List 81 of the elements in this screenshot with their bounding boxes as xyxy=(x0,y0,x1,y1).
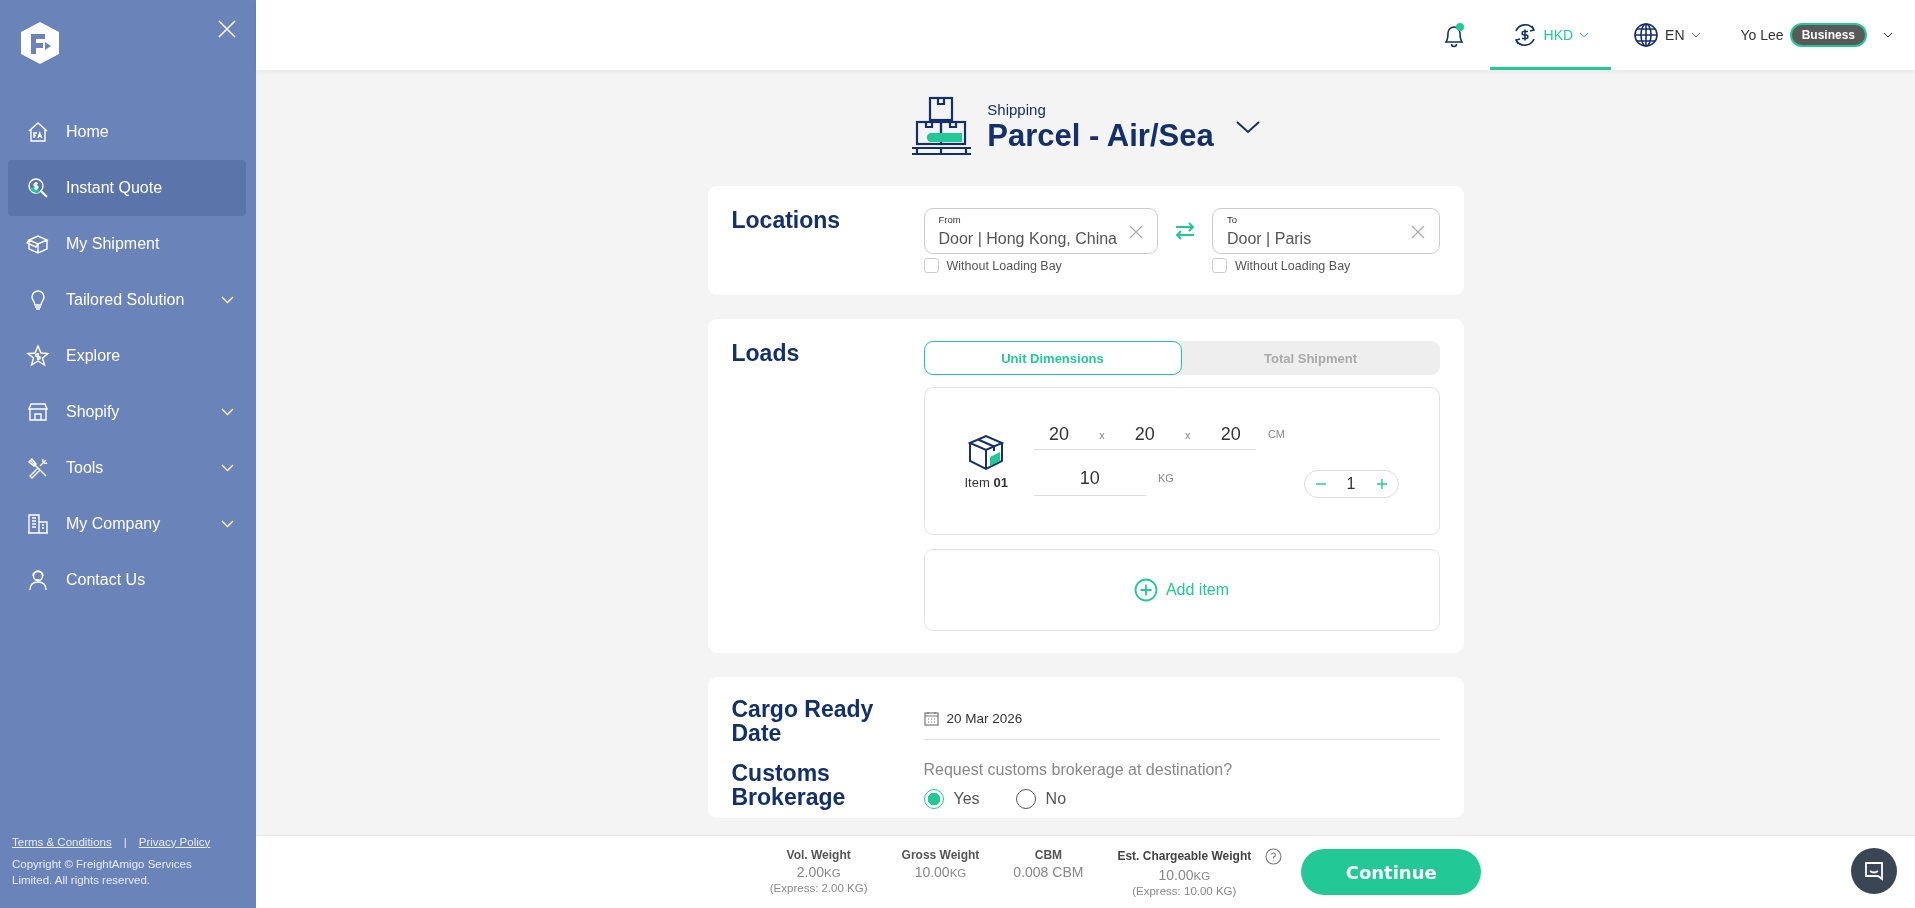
mode-title: Parcel - Air/Sea xyxy=(987,117,1214,154)
globe-icon xyxy=(1633,22,1660,48)
stacked-boxes-icon xyxy=(911,96,974,158)
swap-icon[interactable] xyxy=(1174,220,1196,242)
date-field[interactable]: 20 Mar 2026 xyxy=(923,697,1440,740)
logo-icon[interactable] xyxy=(18,20,62,66)
location-field[interactable]: To Door | Paris xyxy=(1212,208,1440,254)
question-text: Request customs brokerage at destination? xyxy=(923,761,1234,780)
privacy-link[interactable]: Privacy Policy xyxy=(138,835,211,848)
checkbox-label: Without Loading Bay xyxy=(1235,258,1351,273)
summary-label: Gross Weight xyxy=(901,847,980,862)
chevron-down-icon xyxy=(1690,32,1701,38)
chevron-down-icon xyxy=(1235,120,1260,134)
continue-button[interactable]: Continue xyxy=(1301,849,1482,895)
summary-value: 10.00KG xyxy=(1158,866,1211,883)
clear-icon[interactable] xyxy=(1410,225,1425,239)
mode-category: Shipping xyxy=(987,100,1047,118)
tools-icon xyxy=(26,456,50,480)
chat-icon xyxy=(1863,860,1885,882)
chevron-down-icon xyxy=(221,408,234,416)
checkbox-label: Without Loading Bay xyxy=(946,258,1062,273)
plus-circle-icon xyxy=(1133,578,1158,602)
sidebar-item[interactable]: My Company xyxy=(8,496,246,552)
link-separator: | xyxy=(123,835,127,848)
house-icon xyxy=(26,120,50,144)
shipping-mode-selector[interactable]: Shipping Parcel - Air/Sea xyxy=(911,96,1260,158)
summary-label: CBM xyxy=(1034,847,1063,862)
copyright-text: Copyright © FreightAmigo Services Limited. All rights reserved. xyxy=(12,856,193,888)
chevron-down-icon xyxy=(221,296,234,304)
item-label: Item 01 xyxy=(964,474,1008,490)
sidebar-item[interactable]: Explore xyxy=(8,328,246,384)
help-icon[interactable] xyxy=(1265,847,1283,865)
unit-label: KG xyxy=(1157,472,1174,484)
unit-label: CM xyxy=(1267,428,1285,440)
section-title: Cargo Ready Date xyxy=(731,697,875,746)
sidebar-item[interactable]: Shopify xyxy=(8,384,246,440)
checkbox[interactable] xyxy=(923,258,939,273)
plus-icon[interactable] xyxy=(1375,478,1388,490)
sidebar-item[interactable]: My Shipment xyxy=(8,216,246,272)
header-menu[interactable]: EN xyxy=(1611,0,1723,70)
add-item-button[interactable]: Add item xyxy=(1133,578,1230,602)
box-icon xyxy=(26,232,50,256)
account-badge: Business xyxy=(1789,23,1867,47)
chevron-down-icon xyxy=(221,520,234,528)
checkbox[interactable] xyxy=(1212,258,1227,273)
sidebar-item[interactable]: Tailored Solution xyxy=(8,272,246,328)
summary-value: 0.008 CBM xyxy=(1013,863,1084,880)
user-menu[interactable]: Yo Lee Business xyxy=(1722,0,1893,70)
summary-note: (Express: 2.00 KG) xyxy=(769,881,868,894)
weight-field[interactable]: 10 xyxy=(1033,468,1146,496)
tab[interactable]: Total Shipment xyxy=(1181,341,1440,375)
sidebar-item[interactable]: Tools xyxy=(8,440,246,496)
terms-link[interactable]: Terms & Conditions xyxy=(12,835,112,848)
chevron-down-icon xyxy=(1883,32,1893,38)
dimensions-field[interactable]: 20 x 20 x 20 xyxy=(1033,424,1256,450)
summary-label: Vol. Weight xyxy=(786,847,851,862)
support-agent-icon xyxy=(26,568,50,592)
summary-note: (Express: 10.00 KG) xyxy=(1132,884,1237,897)
radio-option[interactable]: Yes xyxy=(923,789,980,810)
sidebar-item[interactable]: Contact Us xyxy=(8,552,246,608)
chevron-down-icon xyxy=(1579,32,1590,38)
section-title: Locations xyxy=(731,208,842,235)
dollar-search-icon xyxy=(26,176,50,200)
building-icon xyxy=(26,512,50,536)
summary-value: 2.00KG xyxy=(796,863,841,880)
chevron-down-icon xyxy=(221,464,234,472)
header-menu[interactable]: HKD xyxy=(1489,0,1612,70)
tab[interactable]: Unit Dimensions xyxy=(923,341,1182,375)
summary-label: Est. Chargeable Weight xyxy=(1117,849,1252,863)
location-field[interactable]: From Door | Hong Kong, China xyxy=(923,208,1158,254)
calendar-icon xyxy=(923,710,939,726)
section-title: Loads xyxy=(731,341,801,368)
radio-option[interactable]: No xyxy=(1015,789,1067,810)
store-icon xyxy=(26,400,50,424)
star-icon xyxy=(26,344,50,368)
sidebar-item[interactable]: Home xyxy=(8,104,246,160)
clear-icon[interactable] xyxy=(1129,225,1143,239)
summary-value: 10.00KG xyxy=(914,863,967,880)
sidebar-item[interactable]: Instant Quote xyxy=(8,160,246,216)
close-icon[interactable] xyxy=(218,20,236,38)
section-title: Customs Brokerage xyxy=(731,761,847,810)
